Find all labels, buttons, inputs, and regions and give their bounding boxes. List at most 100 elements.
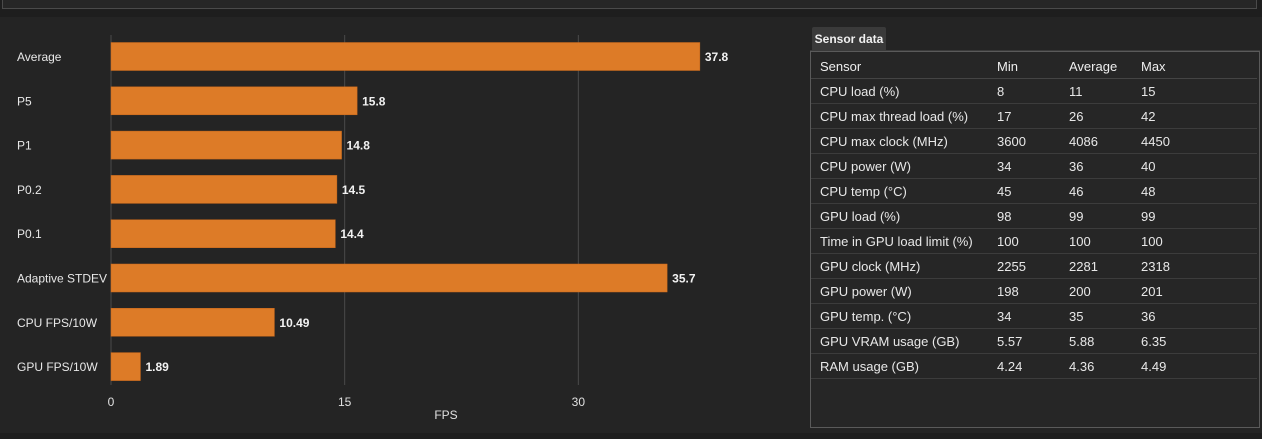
cell-average: 99 <box>1060 203 1132 229</box>
cell-average: 4.36 <box>1060 353 1132 379</box>
cell-sensor: GPU load (%) <box>811 203 988 229</box>
column-header-average[interactable]: Average <box>1060 54 1132 79</box>
cell-average: 26 <box>1060 103 1132 129</box>
cell-sensor: RAM usage (GB) <box>811 353 988 379</box>
x-tick-label: 15 <box>338 395 352 409</box>
cell-sensor: CPU max thread load (%) <box>811 103 988 129</box>
top-toolbar <box>0 0 1262 17</box>
table-row[interactable]: RAM usage (GB) 4.24 4.36 4.49 <box>811 353 1257 379</box>
category-label: CPU FPS/10W <box>17 316 98 330</box>
cell-max: 40 <box>1132 153 1257 179</box>
cell-min: 5.57 <box>988 328 1060 354</box>
cell-average: 5.88 <box>1060 328 1132 354</box>
cell-sensor: Time in GPU load limit (%) <box>811 228 988 254</box>
cell-average: 2281 <box>1060 253 1132 279</box>
category-label: GPU FPS/10W <box>17 360 98 374</box>
bar-value-label: 10.49 <box>279 316 309 330</box>
cell-max: 6.35 <box>1132 328 1257 354</box>
column-header-max[interactable]: Max <box>1132 54 1257 79</box>
cell-sensor: GPU temp. (°C) <box>811 303 988 329</box>
bar-value-label: 14.8 <box>347 139 371 153</box>
bar <box>110 175 338 204</box>
bar <box>110 130 342 160</box>
table-row[interactable]: CPU power (W) 34 36 40 <box>811 153 1257 179</box>
cell-average: 35 <box>1060 303 1132 329</box>
cell-sensor: CPU temp (°C) <box>811 178 988 204</box>
sensor-table-header-row: Sensor Min Average Max <box>811 54 1257 79</box>
table-row[interactable]: CPU max clock (MHz) 3600 4086 4450 <box>811 128 1257 154</box>
category-label: P0.1 <box>17 227 42 241</box>
cell-min: 198 <box>988 278 1060 304</box>
cell-sensor: GPU power (W) <box>811 278 988 304</box>
cell-min: 100 <box>988 228 1060 254</box>
cell-max: 100 <box>1132 228 1257 254</box>
tab-sensor-data[interactable]: Sensor data <box>812 27 886 51</box>
table-row[interactable]: GPU power (W) 198 200 201 <box>811 278 1257 304</box>
bar <box>110 42 701 71</box>
cell-min: 34 <box>988 153 1060 179</box>
cell-sensor: CPU power (W) <box>811 153 988 179</box>
cell-average: 11 <box>1060 78 1132 104</box>
table-row[interactable]: GPU VRAM usage (GB) 5.57 5.88 6.35 <box>811 328 1257 354</box>
cell-min: 98 <box>988 203 1060 229</box>
fps-bar-chart: Average 37.8 P5 15.8 P1 14.8 P0.2 14.5 P0.1 14.4 A… <box>17 35 729 422</box>
cell-max: 4450 <box>1132 128 1257 154</box>
table-row[interactable]: CPU load (%) 8 11 15 <box>811 78 1257 104</box>
column-header-min[interactable]: Min <box>988 54 1060 79</box>
cell-sensor: GPU VRAM usage (GB) <box>811 328 988 354</box>
bar-value-label: 14.5 <box>342 183 366 197</box>
cell-average: 46 <box>1060 178 1132 204</box>
category-label: P1 <box>17 139 32 153</box>
bottom-strip <box>0 433 1262 439</box>
x-tick-label: 30 <box>572 395 586 409</box>
cell-average: 36 <box>1060 153 1132 179</box>
cell-average: 100 <box>1060 228 1132 254</box>
category-label: P5 <box>17 94 32 108</box>
bar <box>110 308 275 337</box>
cell-min: 34 <box>988 303 1060 329</box>
top-input-field[interactable] <box>2 0 1257 9</box>
cell-average: 4086 <box>1060 128 1132 154</box>
x-tick-label: 0 <box>108 395 115 409</box>
sensor-table: Sensor Min Average Max CPU load (%) 8 11… <box>811 54 1257 379</box>
bar <box>110 352 141 381</box>
category-label: P0.2 <box>17 183 42 197</box>
cell-max: 99 <box>1132 203 1257 229</box>
cell-max: 2318 <box>1132 253 1257 279</box>
bar <box>110 86 358 116</box>
bar <box>110 263 668 293</box>
cell-min: 45 <box>988 178 1060 204</box>
cell-sensor: GPU clock (MHz) <box>811 253 988 279</box>
table-row[interactable]: CPU temp (°C) 45 46 48 <box>811 178 1257 204</box>
cell-average: 200 <box>1060 278 1132 304</box>
table-row[interactable]: GPU clock (MHz) 2255 2281 2318 <box>811 253 1257 279</box>
bar-value-label: 15.8 <box>362 94 386 108</box>
cell-max: 15 <box>1132 78 1257 104</box>
cell-sensor: CPU load (%) <box>811 78 988 104</box>
column-header-sensor[interactable]: Sensor <box>811 54 988 79</box>
category-label: Average <box>17 50 62 64</box>
bar-value-label: 35.7 <box>672 272 696 286</box>
category-label: Adaptive STDEV <box>17 272 107 286</box>
cell-min: 4.24 <box>988 353 1060 379</box>
bar-value-label: 37.8 <box>705 50 729 64</box>
cell-max: 48 <box>1132 178 1257 204</box>
cell-min: 2255 <box>988 253 1060 279</box>
cell-max: 36 <box>1132 303 1257 329</box>
table-row[interactable]: CPU max thread load (%) 17 26 42 <box>811 103 1257 129</box>
table-row[interactable]: GPU temp. (°C) 34 35 36 <box>811 303 1257 329</box>
table-row[interactable]: Time in GPU load limit (%) 100 100 100 <box>811 228 1257 254</box>
cell-max: 201 <box>1132 278 1257 304</box>
bar-value-label: 1.89 <box>145 360 169 374</box>
bar <box>110 219 336 248</box>
cell-min: 8 <box>988 78 1060 104</box>
bar-value-label: 14.4 <box>340 227 364 241</box>
sensor-data-panel: Sensor Min Average Max CPU load (%) 8 11… <box>810 51 1260 428</box>
x-axis-label: FPS <box>434 408 457 422</box>
cell-max: 4.49 <box>1132 353 1257 379</box>
table-row[interactable]: GPU load (%) 98 99 99 <box>811 203 1257 229</box>
cell-sensor: CPU max clock (MHz) <box>811 128 988 154</box>
cell-min: 3600 <box>988 128 1060 154</box>
cell-min: 17 <box>988 103 1060 129</box>
cell-max: 42 <box>1132 103 1257 129</box>
